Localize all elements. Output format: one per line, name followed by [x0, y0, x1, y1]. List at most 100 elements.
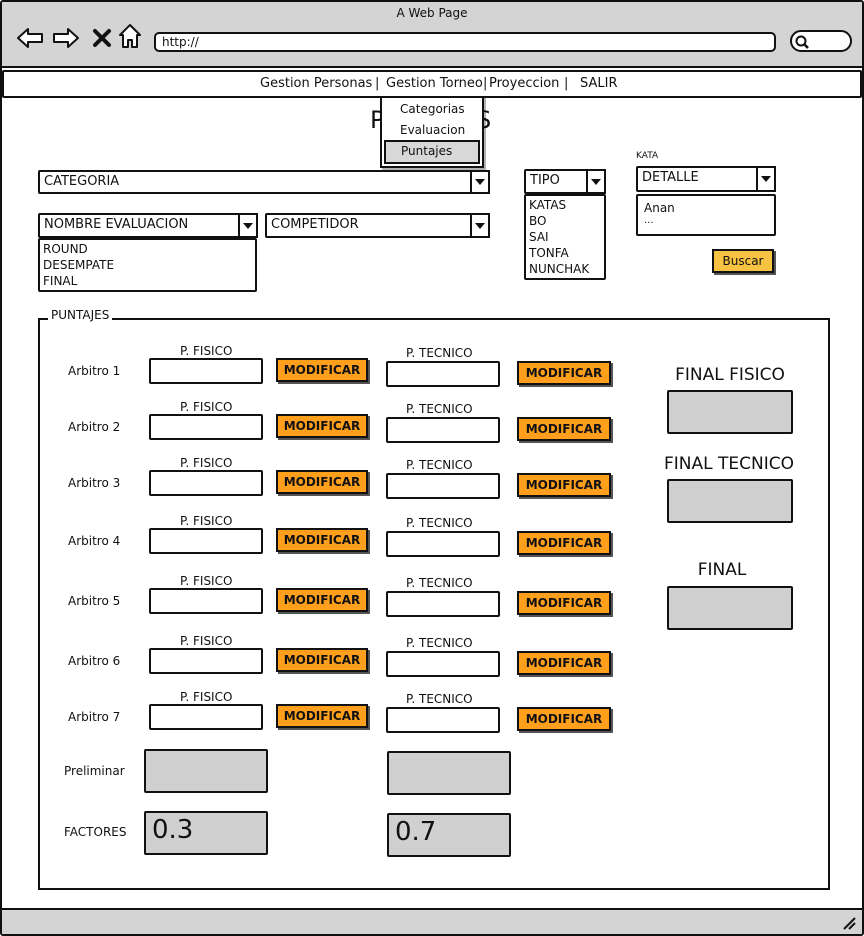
detalle-select[interactable]: DETALLE	[636, 166, 776, 192]
list-item[interactable]: Anan	[641, 197, 771, 216]
arbitro-7-tecnico-input[interactable]	[386, 707, 500, 733]
list-item[interactable]: ...	[641, 216, 771, 226]
arbitro-6-tecnico-input[interactable]	[386, 651, 500, 677]
nombre-evaluacion-select[interactable]: NOMBRE EVALUACION	[38, 213, 258, 238]
p-fisico-label: P. FISICO	[180, 690, 233, 704]
arbitro-5-modificar-fisico-button[interactable]: MODIFICAR	[276, 588, 368, 612]
competidor-value: COMPETIDOR	[271, 217, 359, 232]
competidor-select[interactable]: COMPETIDOR	[265, 213, 490, 238]
nombre-evaluacion-value: NOMBRE EVALUACION	[44, 217, 189, 232]
arbitro-4-label: Arbitro 4	[68, 534, 121, 548]
tipo-select[interactable]: TIPO	[524, 169, 606, 194]
menu-proyeccion[interactable]: Proyeccion	[489, 76, 559, 91]
arbitro-1-modificar-tecnico-button[interactable]: MODIFICAR	[517, 361, 611, 385]
list-item[interactable]: SAI	[529, 229, 601, 245]
puntajes-group-label: PUNTAJES	[48, 308, 113, 322]
arbitro-1-fisico-input[interactable]	[149, 358, 263, 384]
status-bar	[2, 908, 862, 934]
close-icon[interactable]	[88, 24, 116, 52]
dropdown-item-categorias[interactable]: Categorias	[400, 102, 465, 116]
p-tecnico-label: P. TECNICO	[406, 636, 473, 650]
p-tecnico-label: P. TECNICO	[406, 402, 473, 416]
arbitro-2-tecnico-input[interactable]	[386, 417, 500, 443]
p-tecnico-label: P. TECNICO	[406, 346, 473, 360]
arbitro-5-modificar-tecnico-button[interactable]: MODIFICAR	[517, 591, 611, 615]
menu-separator: |	[375, 76, 380, 91]
window-title: A Web Page	[396, 6, 468, 20]
back-icon[interactable]	[16, 24, 44, 52]
chevron-down-icon	[470, 213, 490, 238]
menu-separator: |	[564, 76, 569, 91]
arbitro-2-modificar-tecnico-button[interactable]: MODIFICAR	[517, 417, 611, 441]
gestion-torneo-dropdown: Categorias Evaluacion Puntajes	[380, 96, 484, 168]
arbitro-3-modificar-fisico-button[interactable]: MODIFICAR	[276, 470, 368, 494]
preliminar-label: Preliminar	[64, 764, 125, 778]
p-tecnico-label: P. TECNICO	[406, 516, 473, 530]
list-item[interactable]: KATAS	[529, 197, 601, 213]
arbitro-1-modificar-fisico-button[interactable]: MODIFICAR	[276, 358, 368, 382]
kata-label: KATA	[636, 151, 659, 161]
final-fisico-box	[667, 390, 793, 434]
home-icon[interactable]	[116, 22, 144, 50]
list-item[interactable]: NUNCHAK	[529, 261, 601, 277]
final-box	[667, 586, 793, 630]
dropdown-item-puntajes-selected[interactable]: Puntajes	[384, 140, 480, 164]
list-item[interactable]: TONFA	[529, 245, 601, 261]
factor-fisico-box: 0.3	[144, 811, 268, 855]
chevron-down-icon	[238, 213, 258, 238]
list-item[interactable]: FINAL	[43, 273, 252, 289]
p-fisico-label: P. FISICO	[180, 574, 233, 588]
menu-gestion-torneo[interactable]: Gestion Torneo	[386, 76, 483, 91]
forward-icon[interactable]	[52, 24, 80, 52]
url-input[interactable]: http://	[154, 32, 776, 52]
arbitro-3-tecnico-input[interactable]	[386, 473, 500, 499]
evaluacion-listbox[interactable]: ROUND DESEMPATE FINAL	[38, 238, 257, 292]
arbitro-5-fisico-input[interactable]	[149, 588, 263, 614]
tipo-listbox[interactable]: KATAS BO SAI TONFA NUNCHAK	[524, 194, 606, 280]
buscar-button[interactable]: Buscar	[712, 249, 774, 273]
arbitro-6-modificar-tecnico-button[interactable]: MODIFICAR	[517, 651, 611, 675]
categoria-select[interactable]: CATEGORIA	[38, 170, 490, 194]
final-fisico-label: FINAL FISICO	[675, 365, 785, 385]
arbitro-4-modificar-tecnico-button[interactable]: MODIFICAR	[517, 531, 611, 555]
arbitro-2-fisico-input[interactable]	[149, 414, 263, 440]
list-item[interactable]: ROUND	[43, 241, 252, 257]
detalle-value: DETALLE	[642, 170, 699, 185]
search-icon	[795, 35, 809, 49]
arbitro-4-fisico-input[interactable]	[149, 528, 263, 554]
final-tecnico-label: FINAL TECNICO	[664, 454, 794, 474]
arbitro-5-label: Arbitro 5	[68, 594, 121, 608]
chevron-down-icon	[756, 166, 776, 192]
p-fisico-label: P. FISICO	[180, 634, 233, 648]
arbitro-7-modificar-fisico-button[interactable]: MODIFICAR	[276, 704, 368, 728]
preliminar-tecnico-box	[387, 751, 511, 795]
arbitro-4-modificar-fisico-button[interactable]: MODIFICAR	[276, 528, 368, 552]
browser-search-field[interactable]	[790, 30, 852, 52]
dropdown-item-evaluacion[interactable]: Evaluacion	[400, 123, 465, 137]
p-fisico-label: P. FISICO	[180, 344, 233, 358]
final-label: FINAL	[697, 560, 747, 580]
list-item[interactable]: BO	[529, 213, 601, 229]
resize-grip-icon[interactable]	[842, 916, 856, 930]
arbitro-3-fisico-input[interactable]	[149, 470, 263, 496]
p-tecnico-label: P. TECNICO	[406, 692, 473, 706]
arbitro-2-modificar-fisico-button[interactable]: MODIFICAR	[276, 414, 368, 438]
arbitro-3-modificar-tecnico-button[interactable]: MODIFICAR	[517, 473, 611, 497]
list-item[interactable]: DESEMPATE	[43, 257, 252, 273]
arbitro-5-tecnico-input[interactable]	[386, 591, 500, 617]
arbitro-6-fisico-input[interactable]	[149, 648, 263, 674]
arbitro-7-modificar-tecnico-button[interactable]: MODIFICAR	[517, 707, 611, 731]
chevron-down-icon	[586, 169, 606, 194]
menu-salir[interactable]: SALIR	[580, 76, 618, 91]
arbitro-6-modificar-fisico-button[interactable]: MODIFICAR	[276, 648, 368, 672]
arbitro-4-tecnico-input[interactable]	[386, 531, 500, 557]
arbitro-6-label: Arbitro 6	[68, 654, 121, 668]
arbitro-3-label: Arbitro 3	[68, 476, 121, 490]
arbitro-1-tecnico-input[interactable]	[386, 361, 500, 387]
categoria-value: CATEGORIA	[44, 174, 120, 189]
p-fisico-label: P. FISICO	[180, 514, 233, 528]
p-tecnico-label: P. TECNICO	[406, 576, 473, 590]
arbitro-7-fisico-input[interactable]	[149, 704, 263, 730]
menu-gestion-personas[interactable]: Gestion Personas	[260, 76, 372, 91]
kata-listbox[interactable]: Anan ...	[636, 194, 776, 236]
